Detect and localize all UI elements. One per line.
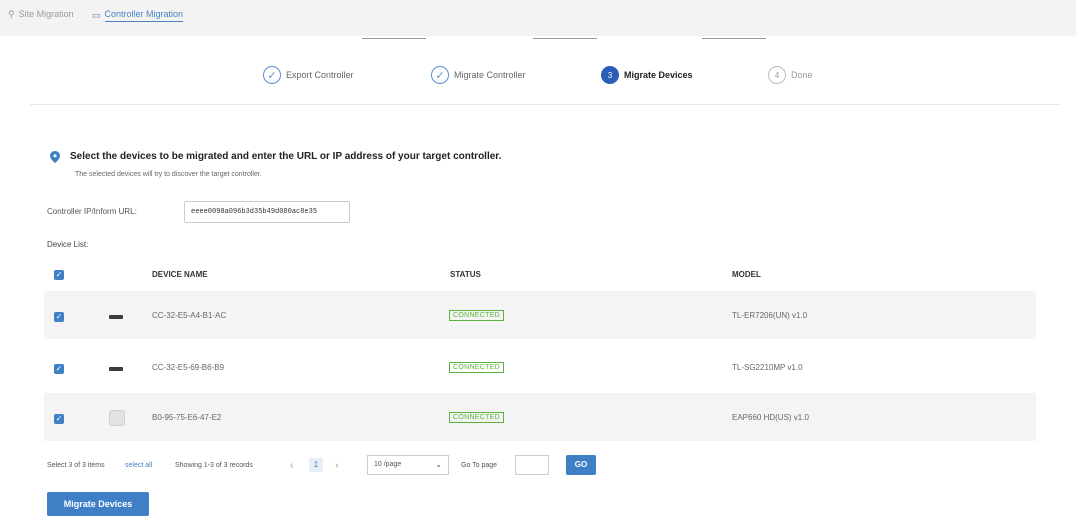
step-label: Export Controller <box>286 70 354 80</box>
device-model: TL-SG2210MP v1.0 <box>732 363 803 372</box>
chevron-down-icon: ⌄ <box>435 460 442 469</box>
notice-title: Select the devices to be migrated and en… <box>70 151 502 162</box>
gateway-icon <box>109 315 123 319</box>
table-row[interactable]: ✓ B0-95-75-E6-47-E2 CONNECTED EAP660 HD(… <box>44 393 1036 441</box>
notice-subtitle: The selected devices will try to discove… <box>75 171 262 178</box>
column-model: MODEL <box>732 270 761 279</box>
chevron-right-icon[interactable]: › <box>335 460 338 471</box>
access-point-icon <box>109 410 125 426</box>
location-pin-icon <box>50 151 60 163</box>
column-device-name: DEVICE NAME <box>152 270 208 279</box>
per-page-value: 10 /page <box>374 461 402 468</box>
status-badge: CONNECTED <box>449 310 505 321</box>
step-done: 4 Done <box>768 66 813 84</box>
top-tab-bar: ⚲ Site Migration ▭ Controller Migration <box>0 0 1076 36</box>
check-icon: ✓ <box>431 66 449 84</box>
controller-url-label: Controller IP/Inform URL: <box>47 207 137 216</box>
controller-icon: ▭ <box>92 10 101 20</box>
row-checkbox[interactable]: ✓ <box>54 364 64 374</box>
table-row[interactable]: ✓ CC-32-E5-69-B6-B9 CONNECTED TL-SG2210M… <box>44 343 1036 391</box>
goto-label: Go To page <box>461 462 498 469</box>
tab-label: Controller Migration <box>104 9 184 22</box>
step-number: 3 <box>601 66 619 84</box>
page-number[interactable]: 1 <box>309 458 323 472</box>
step-label: Migrate Controller <box>454 70 526 80</box>
step-connector <box>533 38 597 39</box>
table-row[interactable]: ✓ CC-32-E5-A4-B1-AC CONNECTED TL-ER7206(… <box>44 291 1036 339</box>
table-header: ✓ DEVICE NAME STATUS MODEL <box>44 262 1036 288</box>
column-status: STATUS <box>450 270 481 279</box>
per-page-select[interactable]: 10 /page ⌄ <box>367 455 449 475</box>
step-export-controller: ✓ Export Controller <box>263 66 354 84</box>
device-model: TL-ER7206(UN) v1.0 <box>732 311 808 320</box>
device-name: CC-32-E5-69-B6-B9 <box>152 363 225 372</box>
status-badge: CONNECTED <box>449 412 505 423</box>
goto-page-input[interactable] <box>515 455 549 475</box>
tab-controller-migration[interactable]: ▭ Controller Migration <box>92 9 184 22</box>
step-connector <box>702 38 766 39</box>
step-migrate-controller: ✓ Migrate Controller <box>431 66 526 84</box>
device-name: CC-32-E5-A4-B1-AC <box>152 311 227 320</box>
device-model: EAP660 HD(US) v1.0 <box>732 413 809 422</box>
divider <box>30 104 1060 105</box>
check-icon: ✓ <box>263 66 281 84</box>
switch-icon <box>109 367 123 371</box>
chevron-left-icon[interactable]: ‹ <box>290 460 293 471</box>
step-label: Done <box>791 70 813 80</box>
controller-url-input[interactable]: eeee0098a096b3d35b49d080ac8e35 <box>184 201 350 223</box>
row-checkbox[interactable]: ✓ <box>54 312 64 322</box>
select-all-checkbox[interactable]: ✓ <box>54 270 64 280</box>
go-button[interactable]: GO <box>566 455 596 475</box>
row-checkbox[interactable]: ✓ <box>54 414 64 424</box>
pin-icon: ⚲ <box>8 8 15 19</box>
device-name: B0-95-75-E6-47-E2 <box>152 413 222 422</box>
step-migrate-devices: 3 Migrate Devices <box>601 66 693 84</box>
instruction-notice: Select the devices to be migrated and en… <box>50 151 501 163</box>
tab-site-migration[interactable]: ⚲ Site Migration <box>8 9 74 19</box>
selection-count: Select 3 of 3 items <box>47 462 105 469</box>
migrate-devices-button[interactable]: Migrate Devices <box>47 492 149 516</box>
step-label: Migrate Devices <box>624 70 693 80</box>
device-list-label: Device List: <box>47 240 89 249</box>
step-connector <box>362 38 426 39</box>
records-summary: Showing 1-3 of 3 records <box>175 462 253 469</box>
select-all-link[interactable]: select all <box>125 462 152 469</box>
pagination-bar: Select 3 of 3 items select all Showing 1… <box>47 455 667 476</box>
status-badge: CONNECTED <box>449 362 505 373</box>
tab-label: Site Migration <box>18 9 74 19</box>
step-number: 4 <box>768 66 786 84</box>
